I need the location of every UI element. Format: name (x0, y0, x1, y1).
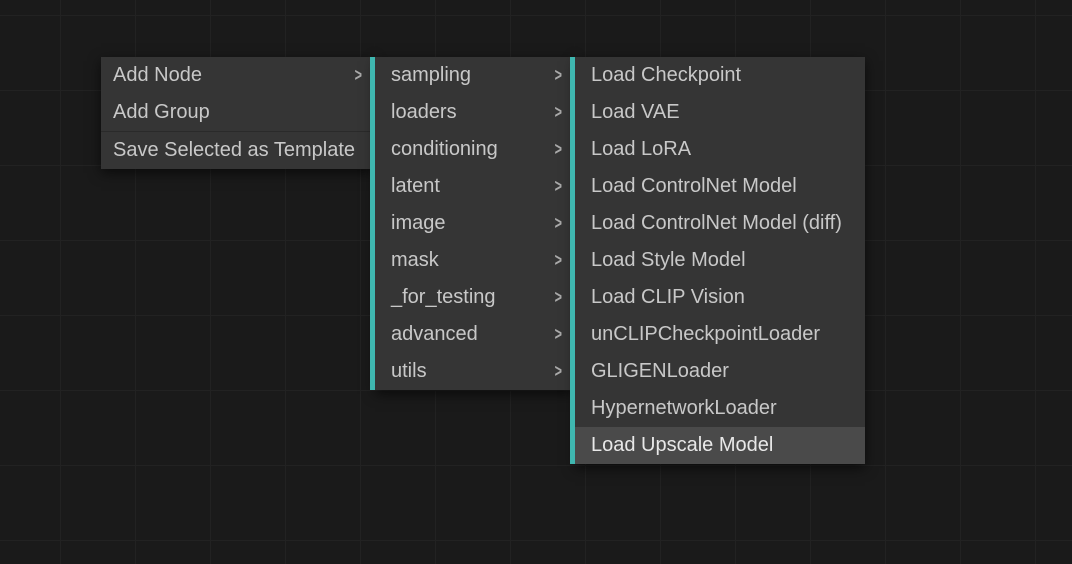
menu-item-label: Load ControlNet Model (591, 175, 797, 198)
accent-bar (570, 390, 575, 427)
menu-item-load-upscale-model[interactable]: Load Upscale Model (575, 427, 865, 464)
chevron-right-icon: > (355, 65, 362, 86)
chevron-right-icon: > (555, 324, 562, 345)
menu-item-label: Load VAE (591, 101, 680, 124)
menu-item-for-testing[interactable]: _for_testing > (375, 279, 574, 316)
menu-item-label: image (391, 212, 445, 235)
accent-bar (370, 131, 375, 168)
menu-item-label: Load ControlNet Model (diff) (591, 212, 842, 235)
chevron-right-icon: > (555, 65, 562, 86)
menu-item-unclip-checkpoint-loader[interactable]: unCLIPCheckpointLoader (575, 316, 865, 353)
context-menu-root: Add Node > Add Group Save Selected as Te… (101, 57, 374, 169)
accent-bar (370, 279, 375, 316)
menu-item-label: Load Style Model (591, 249, 746, 272)
menu-item-load-style-model[interactable]: Load Style Model (575, 242, 865, 279)
menu-item-label: Add Group (113, 101, 210, 124)
menu-item-label: Load LoRA (591, 138, 691, 161)
menu-item-label: utils (391, 360, 427, 383)
menu-item-label: sampling (391, 64, 471, 87)
accent-bar (370, 205, 375, 242)
menu-item-label: advanced (391, 323, 478, 346)
menu-item-label: latent (391, 175, 440, 198)
menu-item-latent[interactable]: latent > (375, 168, 574, 205)
accent-bar (370, 168, 375, 205)
accent-bar (570, 168, 575, 205)
menu-item-advanced[interactable]: advanced > (375, 316, 574, 353)
accent-bar (570, 242, 575, 279)
chevron-right-icon: > (555, 287, 562, 308)
chevron-right-icon: > (555, 176, 562, 197)
menu-item-label: unCLIPCheckpointLoader (591, 323, 820, 346)
menu-item-add-group[interactable]: Add Group (101, 94, 374, 131)
menu-item-load-vae[interactable]: Load VAE (575, 94, 865, 131)
menu-item-label: Load CLIP Vision (591, 286, 745, 309)
context-submenu-categories: sampling > loaders > conditioning > late… (375, 57, 574, 390)
chevron-right-icon: > (555, 213, 562, 234)
menu-item-hypernetwork-loader[interactable]: HypernetworkLoader (575, 390, 865, 427)
menu-item-conditioning[interactable]: conditioning > (375, 131, 574, 168)
accent-bar (570, 353, 575, 390)
accent-bar (370, 94, 375, 131)
menu-item-label: Save Selected as Template (113, 139, 355, 162)
accent-bar (570, 57, 575, 94)
menu-item-utils[interactable]: utils > (375, 353, 574, 390)
menu-item-label: GLIGENLoader (591, 360, 729, 383)
accent-bar (370, 242, 375, 279)
menu-item-load-clip-vision[interactable]: Load CLIP Vision (575, 279, 865, 316)
menu-item-mask[interactable]: mask > (375, 242, 574, 279)
menu-item-image[interactable]: image > (375, 205, 574, 242)
accent-bar (570, 427, 575, 464)
chevron-right-icon: > (555, 250, 562, 271)
menu-item-load-controlnet-diff[interactable]: Load ControlNet Model (diff) (575, 205, 865, 242)
menu-item-label: conditioning (391, 138, 498, 161)
menu-item-sampling[interactable]: sampling > (375, 57, 574, 94)
menu-item-gligen-loader[interactable]: GLIGENLoader (575, 353, 865, 390)
menu-item-load-controlnet[interactable]: Load ControlNet Model (575, 168, 865, 205)
accent-bar (370, 57, 375, 94)
menu-item-load-checkpoint[interactable]: Load Checkpoint (575, 57, 865, 94)
menu-item-label: loaders (391, 101, 457, 124)
chevron-right-icon: > (555, 139, 562, 160)
accent-bar (370, 316, 375, 353)
menu-item-load-lora[interactable]: Load LoRA (575, 131, 865, 168)
accent-bar (570, 205, 575, 242)
menu-item-add-node[interactable]: Add Node > (101, 57, 374, 94)
accent-bar (570, 94, 575, 131)
menu-item-label: Load Checkpoint (591, 64, 741, 87)
accent-bar (370, 353, 375, 390)
menu-item-label: Add Node (113, 64, 202, 87)
chevron-right-icon: > (555, 361, 562, 382)
context-submenu-loaders: Load Checkpoint Load VAE Load LoRA Load … (575, 57, 865, 464)
accent-bar (570, 316, 575, 353)
menu-item-save-template[interactable]: Save Selected as Template (101, 132, 374, 169)
accent-bar (570, 131, 575, 168)
menu-item-label: _for_testing (391, 286, 496, 309)
menu-item-label: Load Upscale Model (591, 434, 773, 457)
chevron-right-icon: > (555, 102, 562, 123)
accent-bar (570, 279, 575, 316)
menu-item-loaders[interactable]: loaders > (375, 94, 574, 131)
menu-item-label: mask (391, 249, 439, 272)
menu-item-label: HypernetworkLoader (591, 397, 777, 420)
